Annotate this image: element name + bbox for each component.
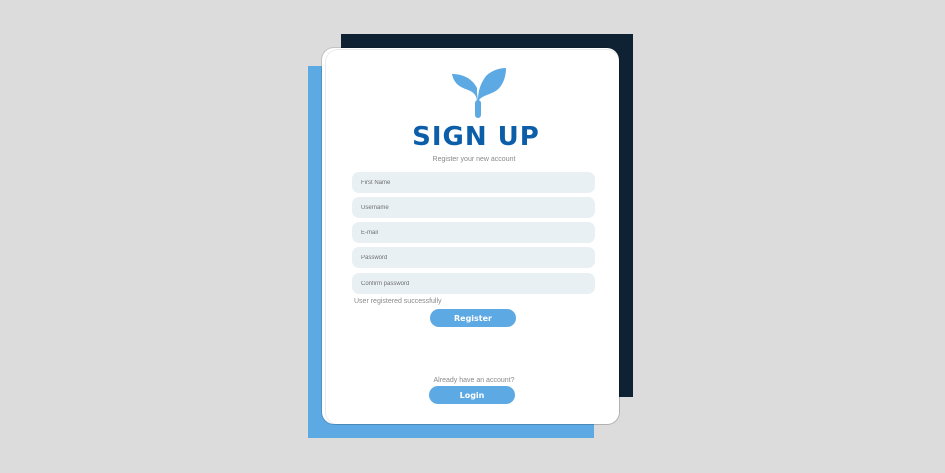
login-prompt: Already have an account? — [433, 377, 515, 384]
email-input[interactable] — [352, 222, 595, 243]
password-input[interactable] — [352, 247, 595, 268]
signup-card: SIGN UP Register your new account User r… — [326, 50, 619, 424]
username-input[interactable] — [352, 197, 595, 218]
page-title: SIGN UP — [412, 122, 540, 152]
confirm-password-input[interactable] — [352, 273, 595, 294]
status-message: User registered successfully — [354, 298, 442, 305]
first-name-input[interactable] — [352, 172, 595, 193]
sprout-icon — [452, 68, 506, 118]
login-button[interactable]: Login — [429, 386, 515, 404]
page: SIGN UP Register your new account User r… — [0, 0, 945, 473]
register-button[interactable]: Register — [430, 309, 516, 327]
page-subtitle: Register your new account — [432, 156, 516, 163]
